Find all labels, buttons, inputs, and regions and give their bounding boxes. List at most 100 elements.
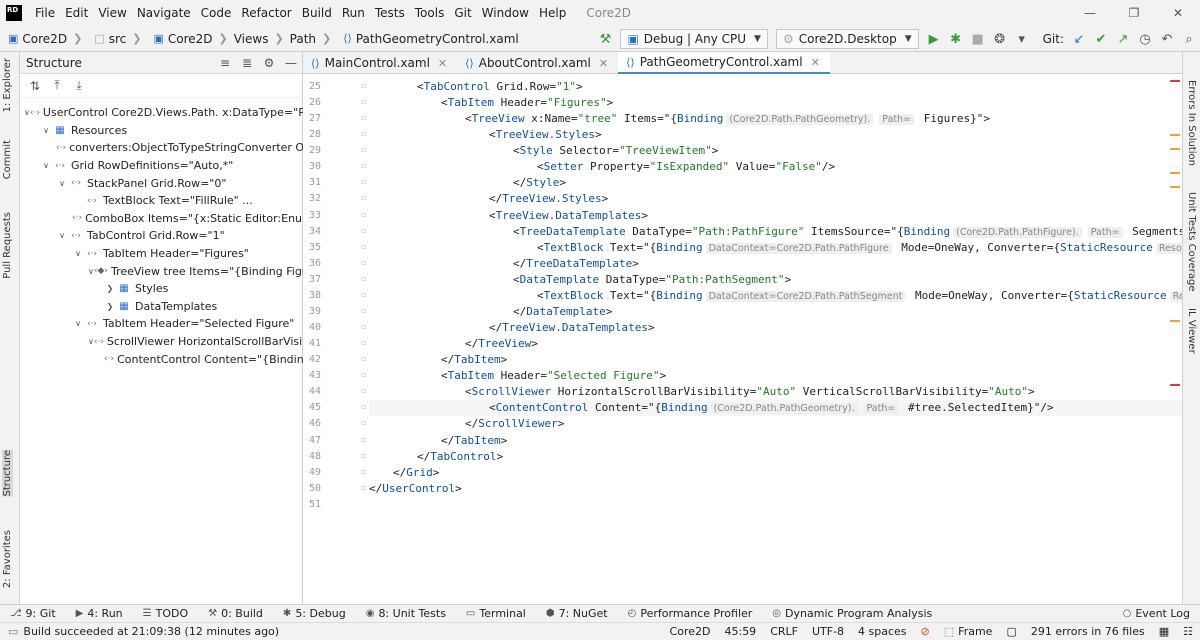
structure-tree-node[interactable]: ∨ ‹·› TabItem Header="Figures" — [20, 245, 303, 263]
minimize-icon[interactable]: — — [1068, 0, 1112, 26]
code-line[interactable] — [369, 497, 1182, 513]
fold-marker-icon[interactable]: ▫ — [361, 306, 369, 315]
fold-marker-icon[interactable]: ▫ — [361, 483, 369, 492]
code-line[interactable]: <TreeView.Styles> — [369, 127, 1182, 143]
code-line[interactable]: </TreeView.DataTemplates> — [369, 320, 1182, 336]
menu-build[interactable]: Build — [297, 6, 337, 20]
explorer-tool-tab[interactable]: 1: Explorer — [2, 58, 13, 113]
code-line[interactable]: <TreeDataTemplate DataType="Path:PathFig… — [369, 224, 1182, 240]
fold-marker-icon[interactable]: ▫ — [361, 290, 369, 299]
no-inspections-icon[interactable]: ⊘ — [914, 625, 937, 638]
structure-tree-node[interactable]: ∨ ‹·› UserControl Core2D.Views.Path. x:Dat… — [20, 104, 303, 122]
more-actions-icon[interactable]: ▾ — [1011, 28, 1033, 50]
code-line[interactable]: </UserControl> — [369, 481, 1182, 497]
code-line[interactable]: </TabItem> — [369, 433, 1182, 449]
code-line[interactable]: </ScrollViewer> — [369, 416, 1182, 432]
error-marker[interactable] — [1170, 384, 1180, 386]
fold-marker-icon[interactable]: ▫ — [361, 226, 369, 235]
chevron-down-icon[interactable]: ∨ — [56, 179, 68, 188]
fold-marker-icon[interactable]: ▫ — [361, 467, 369, 476]
code-line[interactable]: </Style> — [369, 175, 1182, 191]
breadcrumb-src[interactable]: □ src — [86, 32, 128, 46]
run-icon[interactable]: ▶ — [923, 28, 945, 50]
attach-icon[interactable]: ❂ — [989, 28, 1011, 50]
todo-tool-button[interactable]: ☰ TODO — [133, 607, 198, 620]
dynamic-program-analysis-tool-button[interactable]: ◎ Dynamic Program Analysis — [762, 607, 942, 620]
fold-marker-icon[interactable]: ▫ — [361, 418, 369, 427]
chevron-down-icon[interactable]: ∨ — [40, 126, 52, 135]
code-line[interactable]: </TabItem> — [369, 352, 1182, 368]
fold-marker-icon[interactable]: ▫ — [361, 81, 369, 90]
menu-git[interactable]: Git — [449, 6, 476, 20]
code-area[interactable]: <TabControl Grid.Row="1"> <TabItem Header… — [369, 74, 1182, 604]
fold-marker-icon[interactable]: ▫ — [361, 322, 369, 331]
code-line[interactable]: <ScrollViewer HorizontalScrollBarVisibil… — [369, 384, 1182, 400]
breadcrumb-path[interactable]: Path — [288, 32, 318, 46]
build-hammer-icon[interactable]: ⚒ — [594, 28, 616, 50]
warning-marker[interactable] — [1170, 134, 1180, 136]
errors-in-solution-tab[interactable]: Errors In Solution — [1186, 80, 1197, 166]
fold-marker-icon[interactable]: ▫ — [361, 274, 369, 283]
menu-help[interactable]: Help — [534, 6, 571, 20]
debug-bug-icon[interactable]: ✱ — [945, 28, 967, 50]
rollback-icon[interactable]: ↶ — [1156, 28, 1178, 50]
unit-tests-tool-button[interactable]: ◉ 8: Unit Tests — [356, 607, 456, 620]
memory-indicator-icon[interactable]: ▦ — [1152, 625, 1176, 638]
chevron-down-icon[interactable]: ∨ — [72, 249, 84, 258]
structure-tree-node[interactable]: ❯ ▦ Styles — [20, 280, 303, 298]
warning-marker[interactable] — [1170, 172, 1180, 174]
history-icon[interactable]: ◷ — [1134, 28, 1156, 50]
error-marker[interactable] — [1170, 80, 1180, 82]
fold-marker-icon[interactable]: ▫ — [361, 145, 369, 154]
fold-marker-icon[interactable]: ▫ — [361, 435, 369, 444]
tab-maincontrol[interactable]: ⟨⟩ MainControl.xaml ✕ — [303, 52, 457, 74]
status-message[interactable]: ▭ Build succeeded at 21:09:38 (12 minutes… — [0, 625, 279, 638]
warning-marker[interactable] — [1170, 186, 1180, 188]
structure-tree-node[interactable]: ∨‹◆›TreeView tree Items="{Binding Figure… — [20, 262, 303, 280]
structure-tree-node[interactable]: ❯ ▦ DataTemplates — [20, 298, 303, 316]
warning-marker[interactable] — [1170, 320, 1180, 322]
structure-tree-node[interactable]: ‹·› TextBlock Text="FillRule" ... — [20, 192, 303, 210]
chevron-down-icon[interactable]: ∨ — [72, 319, 84, 328]
structure-tree-node[interactable]: ∨ ‹·› ScrollViewer HorizontalScrollBarVisi… — [20, 333, 303, 351]
fold-marker-icon[interactable]: ▫ — [361, 242, 369, 251]
structure-tree-node[interactable]: ∨ ‹·› Grid RowDefinitions="Auto,*" — [20, 157, 303, 175]
code-line[interactable]: <Style Selector="TreeViewItem"> — [369, 143, 1182, 159]
status-line-ending[interactable]: CRLF — [763, 625, 805, 638]
breadcrumb-core2d-solution[interactable]: ▣ Core2D — [0, 32, 69, 46]
status-errors[interactable]: 291 errors in 76 files — [1024, 625, 1152, 638]
fold-marker-icon[interactable]: ▫ — [361, 97, 369, 106]
breadcrumb-file[interactable]: ⟨⟩ PathGeometryControl.xaml — [335, 32, 520, 46]
close-icon[interactable]: ✕ — [1156, 0, 1200, 26]
menu-view[interactable]: View — [93, 6, 131, 20]
fold-marker-icon[interactable]: ▫ — [361, 386, 369, 395]
restore-icon[interactable]: ❐ — [1112, 0, 1156, 26]
chevron-right-icon[interactable]: ❯ — [104, 302, 116, 311]
close-tab-icon[interactable]: ✕ — [811, 56, 820, 69]
git-commit-icon[interactable]: ✔ — [1090, 28, 1112, 50]
status-encoding[interactable]: UTF-8 — [805, 625, 851, 638]
structure-tree-node[interactable]: ‹·›ComboBox Items="{x:Static Editor:Enum… — [20, 210, 303, 228]
scroll-to-source-icon[interactable]: ⤒ — [46, 75, 68, 97]
chevron-right-icon[interactable]: ❯ — [104, 284, 116, 293]
search-icon[interactable]: ⌕ — [1178, 28, 1200, 50]
code-line[interactable]: <TreeView x:Name="tree" Items="{Binding(… — [369, 111, 1182, 127]
debug-tool-button[interactable]: ✱ 5: Debug — [273, 607, 356, 620]
code-line[interactable]: </TabControl> — [369, 449, 1182, 465]
menu-window[interactable]: Window — [477, 6, 534, 20]
structure-tool-tab[interactable]: Structure — [2, 450, 13, 497]
menu-run[interactable]: Run — [337, 6, 370, 20]
notifications-icon[interactable]: ☷ — [1176, 625, 1200, 638]
menu-tests[interactable]: Tests — [370, 6, 410, 20]
structure-tree-node[interactable]: ∨ ‹·› TabItem Header="Selected Figure" — [20, 315, 303, 333]
structure-tree-node[interactable]: ∨ ‹·› StackPanel Grid.Row="0" — [20, 174, 303, 192]
structure-tree-node[interactable]: ∨ ▦ Resources — [20, 122, 303, 140]
fold-marker-icon[interactable]: ▫ — [361, 338, 369, 347]
run-target-dropdown[interactable]: ⚙ Core2D.Desktop ▼ — [775, 29, 919, 49]
structure-tree-node[interactable]: ∨ ‹·› TabControl Grid.Row="1" — [20, 227, 303, 245]
fold-marker-icon[interactable]: ▫ — [361, 370, 369, 379]
pull-requests-tool-tab[interactable]: Pull Requests — [2, 212, 13, 279]
menu-file[interactable]: File — [30, 6, 60, 20]
code-editor[interactable]: 25 ▫ 26 ▫ 27 ▫ 28 ▫ 29 ▫ 30 ▫ 31 ▫ 32 ▫ 33 ▫ 34 ▫ 35 ▫ 36 ▫ 37 ▫ 3… — [303, 74, 1182, 604]
code-line[interactable]: <TextBlock Text="{Binding DataContext=Cor… — [369, 288, 1182, 304]
